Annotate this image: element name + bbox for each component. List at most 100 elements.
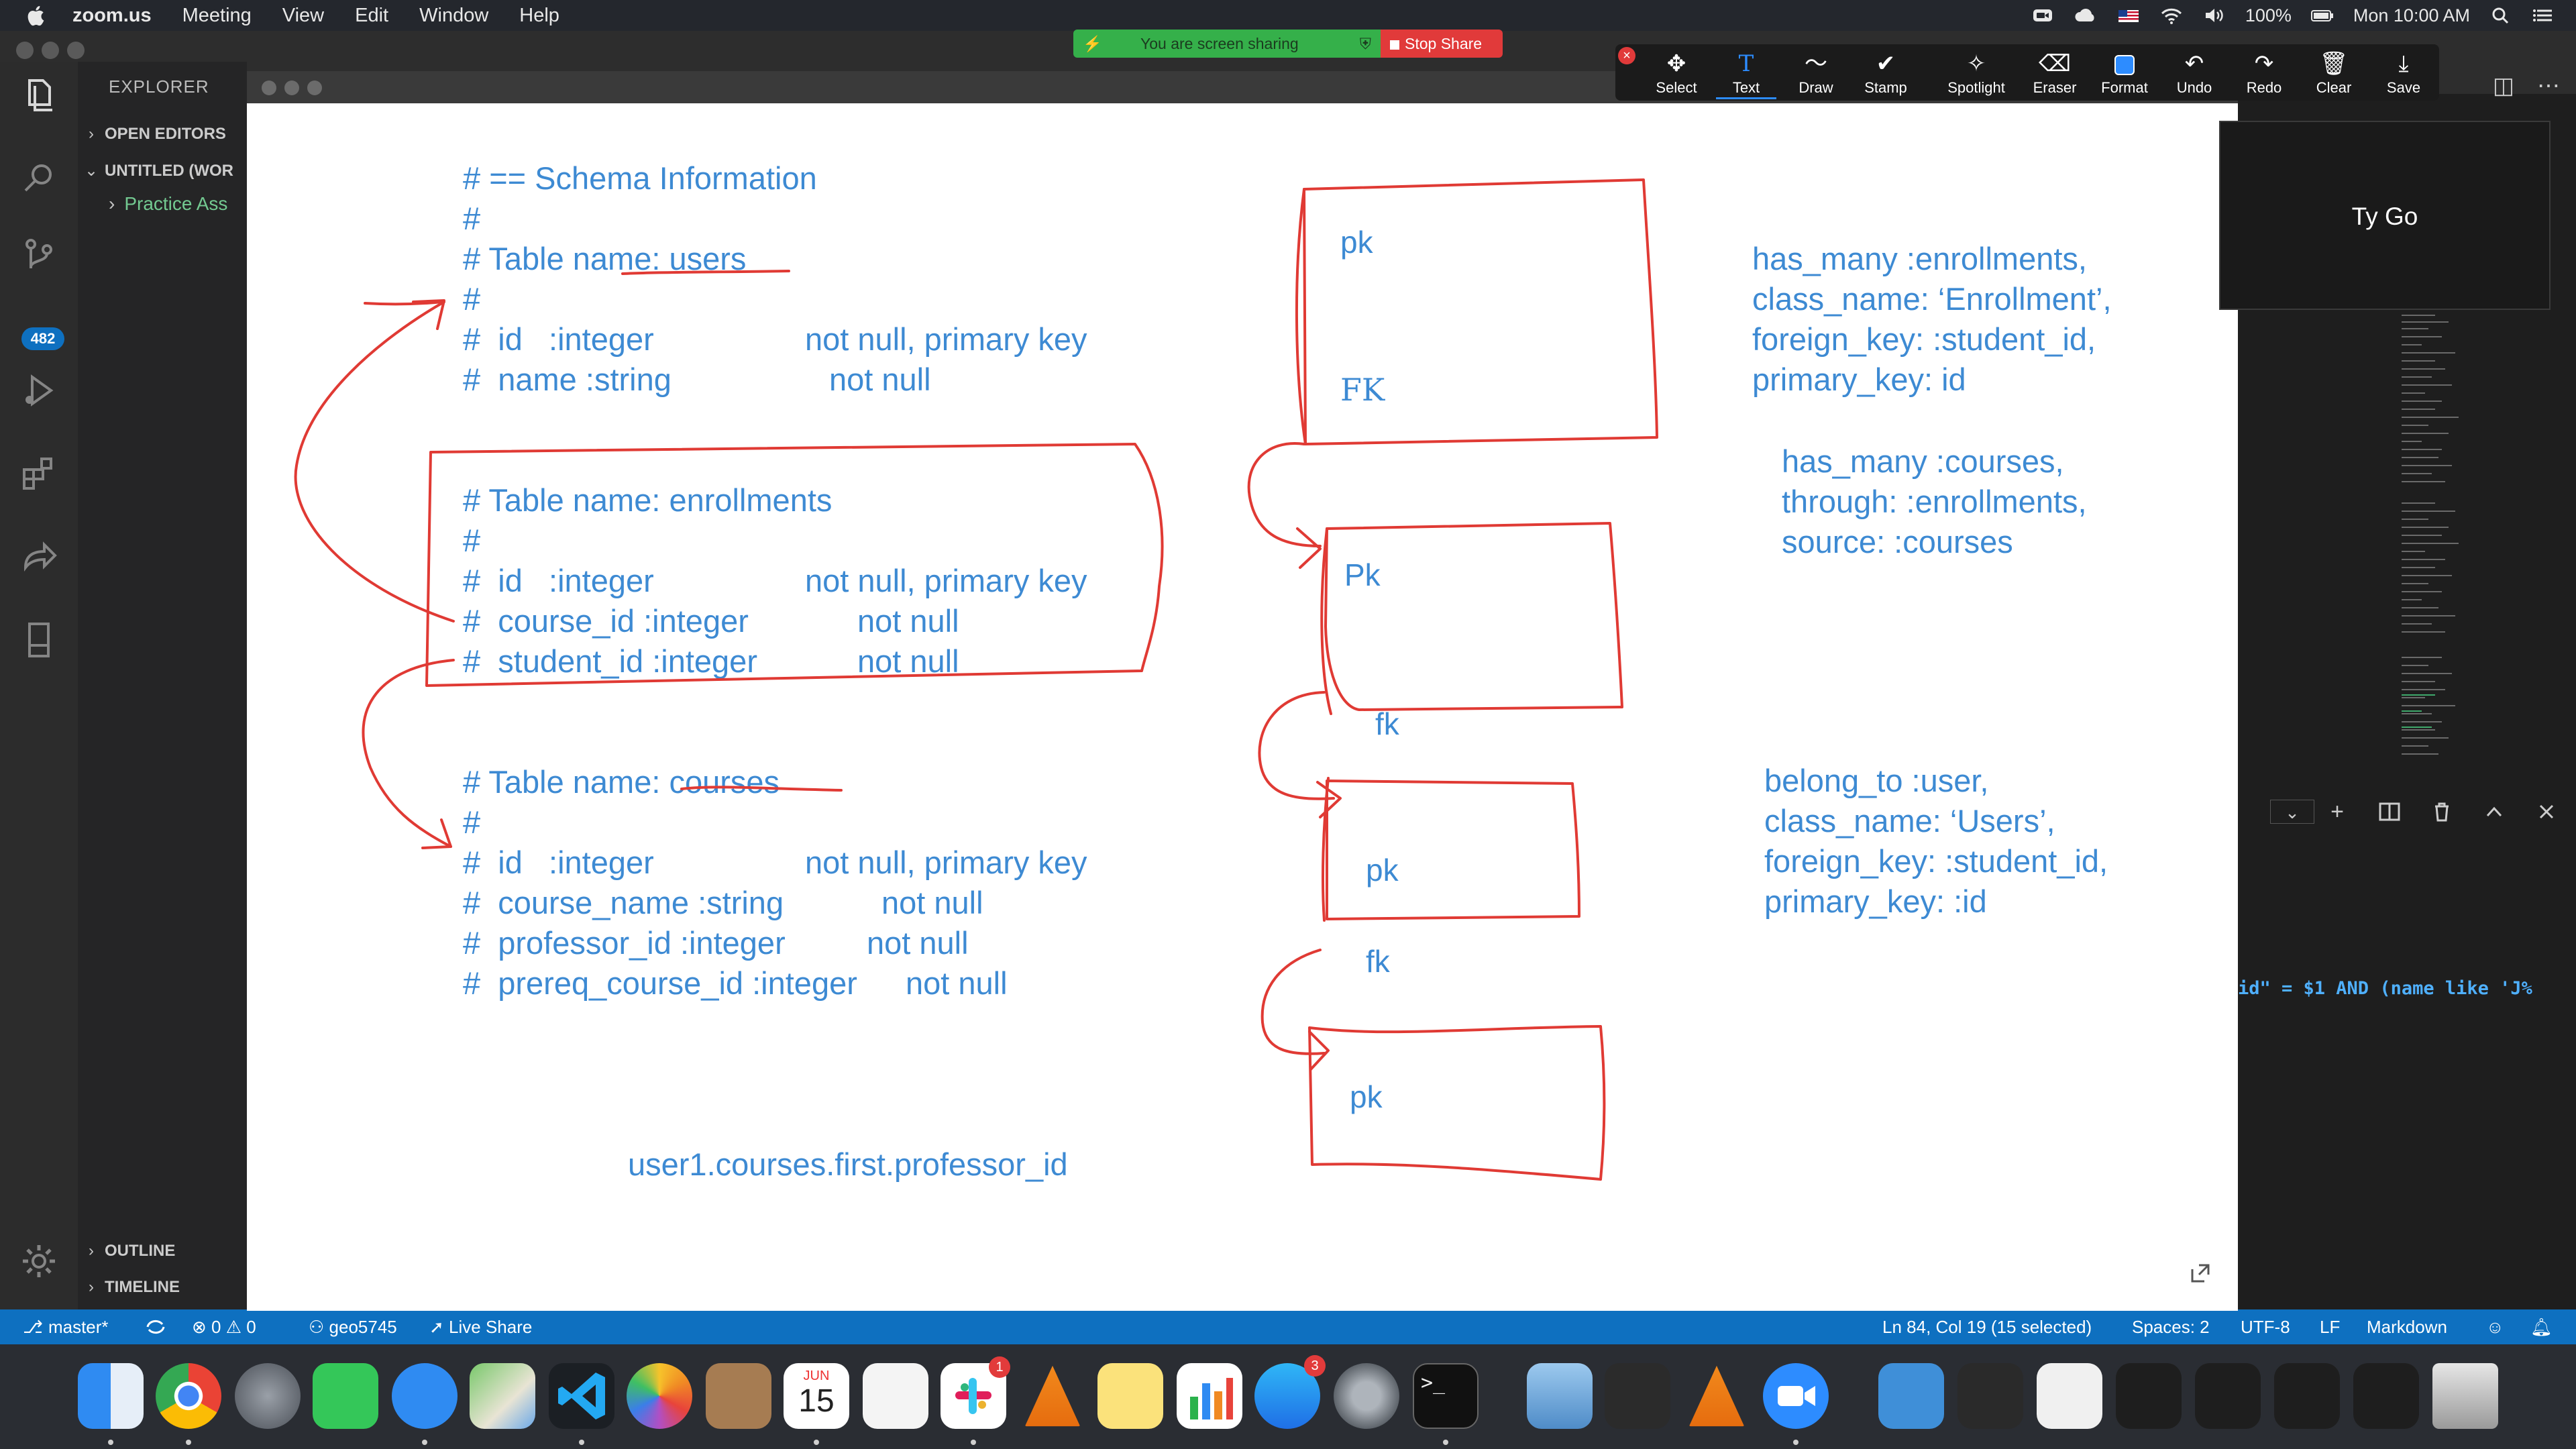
account-status[interactable]: ⚇ geo5745 bbox=[309, 1309, 397, 1344]
dock-zoom-icon[interactable] bbox=[1763, 1363, 1829, 1429]
tool-select[interactable]: ✥ Select bbox=[1646, 48, 1707, 99]
indentation-status[interactable]: Spaces: 2 bbox=[2132, 1309, 2210, 1344]
cursor-position[interactable]: Ln 84, Col 19 (15 selected) bbox=[1882, 1309, 2092, 1344]
dock-finder-icon[interactable] bbox=[78, 1363, 144, 1429]
language-mode[interactable]: Markdown bbox=[2367, 1309, 2447, 1344]
dock-vscode-icon[interactable] bbox=[549, 1363, 614, 1429]
branch-status[interactable]: ⎇ master* bbox=[23, 1309, 109, 1344]
tool-eraser[interactable]: ⌫ Eraser bbox=[2025, 48, 2085, 99]
spotlight-search-icon[interactable] bbox=[2489, 5, 2513, 25]
dock-terminal-icon[interactable]: >_ bbox=[1413, 1363, 1479, 1429]
battery-icon[interactable] bbox=[2310, 5, 2334, 25]
dock-system-preferences-icon[interactable] bbox=[1334, 1363, 1399, 1429]
menu-view[interactable]: View bbox=[282, 5, 324, 27]
tool-format[interactable]: Format bbox=[2094, 48, 2155, 99]
menu-clock[interactable]: Mon 10:00 AM bbox=[2353, 5, 2470, 26]
whiteboard-canvas[interactable]: # == Schema Information # # Table name: … bbox=[247, 103, 2238, 1311]
run-debug-icon[interactable] bbox=[17, 369, 60, 412]
live-share-status[interactable]: ➚ Live Share bbox=[429, 1309, 532, 1344]
dock-window-thumb-icon[interactable] bbox=[2195, 1363, 2261, 1429]
tool-stamp[interactable]: ✔ Stamp bbox=[1856, 48, 1916, 99]
practice-file-item[interactable]: › Practice Ass bbox=[109, 193, 227, 215]
dock-downloads-folder-icon[interactable] bbox=[1878, 1363, 1944, 1429]
source-control-icon[interactable] bbox=[17, 235, 60, 278]
dock-calendar-icon[interactable]: JUN 15 bbox=[784, 1363, 849, 1429]
problems-status[interactable]: ⊗ 0 ⚠ 0 bbox=[192, 1309, 256, 1344]
close-panel-icon[interactable] bbox=[2534, 800, 2559, 824]
tool-clear[interactable]: 🗑︎ Clear bbox=[2304, 48, 2364, 99]
us-flag-icon[interactable] bbox=[2116, 5, 2141, 25]
timeline-section[interactable]: › TIMELINE bbox=[78, 1269, 247, 1305]
encoding-status[interactable]: UTF-8 bbox=[2241, 1309, 2290, 1344]
whiteboard-close-button[interactable] bbox=[262, 80, 276, 95]
dock-maps-icon[interactable] bbox=[470, 1363, 535, 1429]
dock-messages-icon[interactable] bbox=[392, 1363, 458, 1429]
open-editors-section[interactable]: › OPEN EDITORS bbox=[78, 116, 247, 152]
tool-undo[interactable]: ↶ Undo bbox=[2164, 48, 2224, 99]
tool-redo[interactable]: ↷ Redo bbox=[2234, 48, 2294, 99]
tool-spotlight[interactable]: ✧ Spotlight bbox=[1936, 48, 2017, 99]
eol-status[interactable]: LF bbox=[2320, 1309, 2340, 1344]
live-share-icon[interactable] bbox=[17, 535, 60, 578]
dock-window-thumb-icon[interactable] bbox=[1957, 1363, 2023, 1429]
close-annotation-icon[interactable]: × bbox=[1618, 47, 1635, 64]
search-icon[interactable] bbox=[17, 157, 60, 200]
dock-window-thumb-icon[interactable] bbox=[2037, 1363, 2102, 1429]
vscode-close-button[interactable] bbox=[16, 42, 34, 59]
maximize-panel-icon[interactable] bbox=[2482, 800, 2506, 824]
dock-vlc-icon[interactable] bbox=[1024, 1365, 1081, 1427]
dock-printer-icon[interactable] bbox=[1605, 1363, 1670, 1429]
vscode-minimize-button[interactable] bbox=[42, 42, 59, 59]
dock-vlc-icon[interactable] bbox=[1688, 1365, 1745, 1427]
tool-save[interactable]: ⤓ Save bbox=[2373, 48, 2434, 99]
menu-help[interactable]: Help bbox=[519, 5, 559, 27]
workspace-section[interactable]: ⌄ UNTITLED (WOR bbox=[78, 153, 247, 189]
extensions-icon[interactable] bbox=[17, 452, 60, 495]
notification-center-icon[interactable] bbox=[2532, 5, 2556, 25]
menu-app-name[interactable]: zoom.us bbox=[72, 5, 152, 27]
vscode-zoom-button[interactable] bbox=[67, 42, 85, 59]
settings-gear-icon[interactable] bbox=[17, 1240, 60, 1283]
sync-icon[interactable] bbox=[144, 1318, 168, 1336]
outline-section[interactable]: › OUTLINE bbox=[78, 1233, 247, 1269]
zoom-status-icon[interactable] bbox=[2031, 5, 2055, 25]
participant-video-tile[interactable]: Ty Go bbox=[2219, 121, 2551, 310]
terminal-select-dropdown[interactable]: ⌄ bbox=[2270, 800, 2314, 824]
dock-photos-icon[interactable] bbox=[627, 1363, 692, 1429]
dock-window-thumb-icon[interactable] bbox=[2116, 1363, 2182, 1429]
stop-share-button[interactable]: Stop Share bbox=[1381, 30, 1503, 58]
expand-board-icon[interactable] bbox=[2186, 1260, 2212, 1287]
menu-window[interactable]: Window bbox=[419, 5, 488, 27]
dock-chrome-icon[interactable] bbox=[156, 1363, 221, 1429]
dock-window-thumb-icon[interactable] bbox=[2353, 1363, 2419, 1429]
menu-edit[interactable]: Edit bbox=[355, 5, 388, 27]
whiteboard-minimize-button[interactable] bbox=[284, 80, 299, 95]
explorer-icon[interactable] bbox=[17, 74, 60, 117]
dock-preview-icon[interactable] bbox=[1527, 1363, 1593, 1429]
dock-launchpad-icon[interactable] bbox=[235, 1363, 301, 1429]
volume-icon[interactable] bbox=[2202, 5, 2226, 25]
split-editor-icon[interactable]: ◫ bbox=[2493, 73, 2514, 99]
new-terminal-icon[interactable]: + bbox=[2325, 800, 2349, 824]
remote-explorer-icon[interactable] bbox=[17, 619, 60, 661]
whiteboard-zoom-button[interactable] bbox=[307, 80, 322, 95]
dock-trash-icon[interactable] bbox=[2432, 1363, 2498, 1429]
tool-text[interactable]: T Text bbox=[1716, 48, 1776, 99]
dock-facetime-icon[interactable] bbox=[313, 1363, 378, 1429]
dock-window-thumb-icon[interactable] bbox=[2274, 1363, 2340, 1429]
trash-icon[interactable] bbox=[2430, 800, 2454, 824]
dock-contacts-icon[interactable] bbox=[706, 1363, 771, 1429]
dock-numbers-icon[interactable] bbox=[1177, 1363, 1242, 1429]
more-actions-icon[interactable]: ⋯ bbox=[2537, 73, 2560, 99]
notifications-bell-icon[interactable]: 🔔︎ bbox=[2530, 1309, 2553, 1344]
split-terminal-icon[interactable] bbox=[2377, 800, 2402, 824]
menu-meeting[interactable]: Meeting bbox=[182, 5, 252, 27]
dock-reminders-icon[interactable] bbox=[863, 1363, 928, 1429]
apple-menu-icon[interactable] bbox=[25, 4, 46, 27]
sharing-status[interactable]: ⚡ You are screen sharing ⛨ bbox=[1073, 30, 1381, 58]
dock-notes-icon[interactable] bbox=[1097, 1363, 1163, 1429]
tool-draw[interactable]: 〜 Draw bbox=[1786, 48, 1846, 99]
cloud-icon[interactable] bbox=[2074, 5, 2098, 25]
feedback-icon[interactable]: ☺ bbox=[2486, 1309, 2504, 1344]
wifi-icon[interactable] bbox=[2159, 5, 2184, 25]
